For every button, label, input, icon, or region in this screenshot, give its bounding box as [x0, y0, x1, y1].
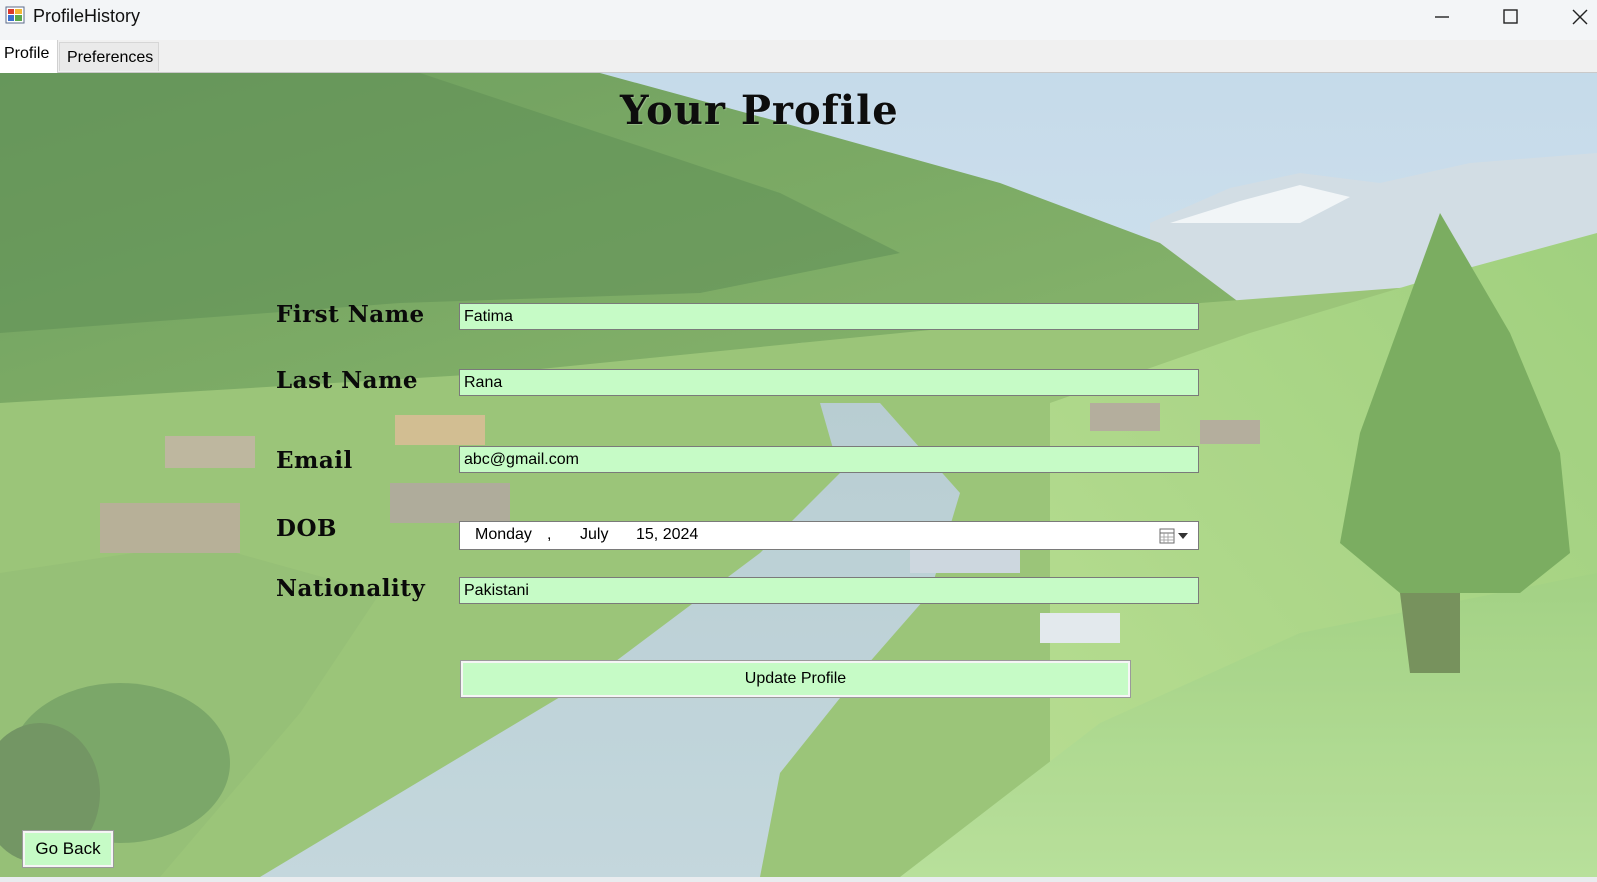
- update-profile-button[interactable]: Update Profile: [460, 660, 1131, 698]
- minimize-icon: [1435, 16, 1449, 18]
- first-name-label: First Name: [276, 301, 425, 328]
- dob-weekday[interactable]: Monday: [475, 526, 532, 544]
- dob-date-picker[interactable]: Monday , July 15, 2024: [459, 521, 1199, 550]
- minimize-button[interactable]: [1412, 0, 1474, 34]
- tab-profile[interactable]: Profile: [0, 40, 58, 73]
- close-icon: [1572, 9, 1588, 25]
- dob-month[interactable]: July: [580, 526, 608, 544]
- calendar-icon: [1159, 528, 1175, 544]
- last-name-label: Last Name: [276, 367, 419, 394]
- last-name-field[interactable]: [459, 369, 1199, 396]
- dropdown-arrow-icon: [1178, 533, 1188, 539]
- window-title: ProfileHistory: [33, 6, 141, 26]
- tab-preferences[interactable]: Preferences: [59, 42, 159, 71]
- dob-dropdown-button[interactable]: [1158, 526, 1194, 546]
- window-bottom-edge: [0, 877, 1597, 882]
- email-label: Email: [276, 447, 353, 474]
- nationality-field[interactable]: [459, 577, 1199, 604]
- close-button[interactable]: [1550, 0, 1597, 34]
- go-back-button[interactable]: Go Back: [22, 830, 114, 868]
- title-bar: ProfileHistory: [0, 0, 1597, 40]
- dob-separator: ,: [547, 526, 552, 543]
- profile-tab-panel: Your Profile First Name Last Name Email …: [0, 73, 1597, 877]
- maximize-icon: [1503, 9, 1518, 24]
- maximize-button[interactable]: [1481, 0, 1543, 34]
- first-name-field[interactable]: [459, 303, 1199, 330]
- app-window: ProfileHistory Profile Preferences Your …: [0, 0, 1597, 882]
- email-field[interactable]: [459, 446, 1199, 473]
- page-title: Your Profile: [620, 87, 899, 134]
- app-icon: [5, 6, 25, 24]
- dob-day-year[interactable]: 15, 2024: [636, 526, 698, 544]
- nationality-label: Nationality: [276, 575, 426, 602]
- dob-label: DOB: [276, 515, 337, 542]
- tab-strip: Profile Preferences: [0, 40, 1597, 73]
- landscape-background-image: [0, 73, 1597, 877]
